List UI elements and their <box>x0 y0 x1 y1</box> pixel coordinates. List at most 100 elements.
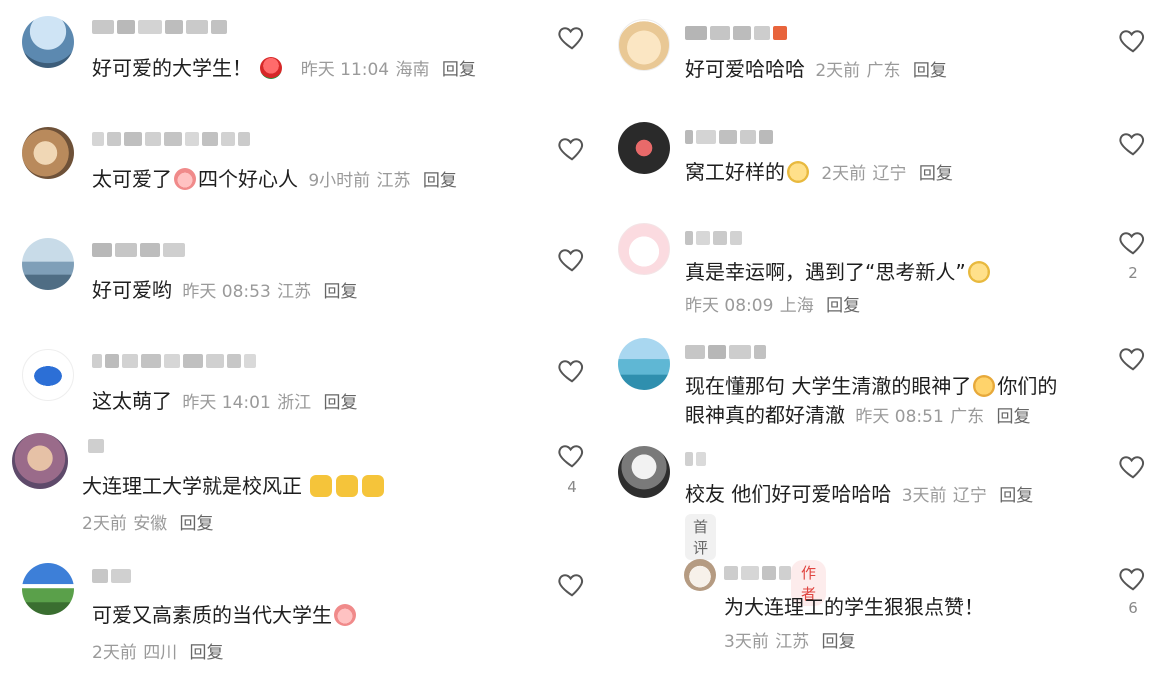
comment-text-cont: 眼神真的都好清澈 <box>685 403 845 427</box>
comment-location: 辽宁 <box>952 486 987 506</box>
comment-content-line2: 眼神真的都好清澈 昨天 08:51 广东 回复 <box>685 402 1030 430</box>
heart-icon[interactable] <box>557 440 587 470</box>
heart-icon[interactable] <box>1118 25 1148 55</box>
username-blurred[interactable] <box>92 567 131 585</box>
comment-text-cont: 你们的 <box>997 374 1058 398</box>
heart-icon[interactable] <box>557 22 587 52</box>
comment-content: 好可爱的大学生！ 昨天 11:04 海南 回复 <box>92 55 476 83</box>
comment-content: 真是幸运啊，遇到了“思考新人” <box>685 259 992 285</box>
crying-emoji-icon <box>973 375 996 397</box>
comment-content: 大连理工大学就是校风正 <box>82 473 386 499</box>
heart-icon[interactable] <box>557 244 587 274</box>
rose-icon <box>260 57 283 79</box>
username-blurred[interactable] <box>685 229 742 247</box>
thumbs-up-icon <box>336 475 359 497</box>
avatar[interactable] <box>12 433 68 489</box>
comment-text: 真是幸运啊，遇到了“思考新人” <box>685 260 966 284</box>
comment-text: 好可爱哈哈哈 <box>685 57 805 81</box>
avatar[interactable] <box>618 223 670 275</box>
comment-text: 窝工好样的 <box>685 160 785 184</box>
avatar[interactable] <box>22 16 74 68</box>
username-blurred[interactable] <box>685 128 773 146</box>
like-count: 6 <box>1128 599 1138 617</box>
username-blurred[interactable] <box>92 130 250 148</box>
comment-location: 上海 <box>779 296 814 316</box>
comment-text: 为大连理工的学生狠狠点赞！ <box>724 595 984 619</box>
first-comment-badge: 首评 <box>685 514 717 560</box>
comment-meta: 2天前 四川 回复 <box>92 638 224 666</box>
reply-button[interactable]: 回复 <box>323 282 357 302</box>
reply-button[interactable]: 回复 <box>822 632 856 652</box>
username-blurred[interactable] <box>92 352 256 370</box>
comment-content: 太可爱了 四个好心人 9小时前 江苏 回复 <box>92 166 457 194</box>
reply-button[interactable]: 回复 <box>190 643 224 663</box>
comment-content: 可爱又高素质的当代大学生 <box>92 602 358 628</box>
reply-button[interactable]: 回复 <box>442 60 476 80</box>
comment-time: 2天前 <box>92 643 137 663</box>
comment-location: 浙江 <box>277 393 312 413</box>
username-blurred[interactable] <box>92 241 185 259</box>
comment-content: 现在懂那句 大学生清澈的眼神了 你们的 <box>685 373 1057 399</box>
heart-icon[interactable] <box>557 133 587 163</box>
heart-icon[interactable] <box>1118 451 1148 481</box>
comment-time: 2天前 <box>821 164 867 184</box>
avatar[interactable] <box>618 122 670 174</box>
comment-location: 安徽 <box>133 514 168 534</box>
reply-button[interactable]: 回复 <box>919 164 953 184</box>
comment-content: 好可爱哈哈哈 2天前 广东 回复 <box>685 56 947 84</box>
username-blurred[interactable] <box>685 450 706 468</box>
avatar[interactable] <box>618 446 670 498</box>
avatar[interactable] <box>22 563 74 615</box>
comment-text: 好可爱的大学生！ <box>92 56 252 80</box>
comment-content: 窝工好样的 2天前 辽宁 回复 <box>685 159 953 187</box>
reply-button[interactable]: 回复 <box>323 393 357 413</box>
reply-button[interactable]: 回复 <box>999 486 1033 506</box>
comment-location: 辽宁 <box>872 164 907 184</box>
comment-time: 昨天 08:09 <box>685 296 774 316</box>
username-blurred[interactable] <box>92 18 227 36</box>
comment-time: 3天前 <box>901 486 947 506</box>
thumbs-up-icon <box>310 475 333 497</box>
comment-location: 江苏 <box>277 282 312 302</box>
comment-time: 昨天 08:53 <box>182 282 271 302</box>
comment-location: 海南 <box>395 60 430 80</box>
reply-button[interactable]: 回复 <box>423 171 457 191</box>
avatar[interactable] <box>618 338 670 390</box>
username-blurred[interactable] <box>685 343 766 361</box>
heart-icon[interactable] <box>1118 343 1148 373</box>
heart-icon[interactable] <box>1118 128 1148 158</box>
reply-button[interactable]: 回复 <box>826 296 860 316</box>
comment-time: 2天前 <box>815 61 861 81</box>
comment-time: 昨天 11:04 <box>300 60 390 80</box>
avatar[interactable] <box>22 238 74 290</box>
reply-button[interactable]: 回复 <box>180 514 214 534</box>
comment-location: 江苏 <box>376 171 411 191</box>
heart-icon[interactable] <box>1118 227 1148 257</box>
comment-location: 广东 <box>866 61 901 81</box>
comment-content: 为大连理工的学生狠狠点赞！ <box>724 594 984 620</box>
avatar[interactable] <box>22 349 74 401</box>
reply-button[interactable]: 回复 <box>996 407 1030 427</box>
heart-icon[interactable] <box>557 355 587 385</box>
pig-emoji-icon <box>334 604 356 626</box>
comment-meta: 昨天 08:09 上海 回复 <box>685 291 860 319</box>
username-blurred[interactable] <box>88 437 104 455</box>
grin-emoji-icon <box>967 261 990 283</box>
comment-content: 校友 他们好可爱哈哈哈 3天前 辽宁 回复 <box>685 481 1033 509</box>
avatar[interactable] <box>618 19 670 71</box>
comment-text: 好可爱哟 <box>92 278 172 302</box>
heart-icon[interactable] <box>557 569 587 599</box>
avatar[interactable] <box>684 559 716 591</box>
comment-time: 昨天 14:01 <box>182 393 271 413</box>
like-count: 2 <box>1128 264 1138 282</box>
comment-text: 校友 他们好可爱哈哈哈 <box>685 482 892 506</box>
heart-icon[interactable] <box>1118 563 1148 593</box>
comment-text: 现在懂那句 大学生清澈的眼神了 <box>685 374 972 398</box>
username-blurred[interactable] <box>724 564 791 582</box>
reply-button[interactable]: 回复 <box>913 61 947 81</box>
avatar[interactable] <box>22 127 74 179</box>
comment-time: 2天前 <box>82 514 127 534</box>
comment-meta: 3天前 江苏 回复 <box>724 627 856 655</box>
comment-location: 广东 <box>950 407 985 427</box>
username-blurred[interactable] <box>685 24 787 42</box>
